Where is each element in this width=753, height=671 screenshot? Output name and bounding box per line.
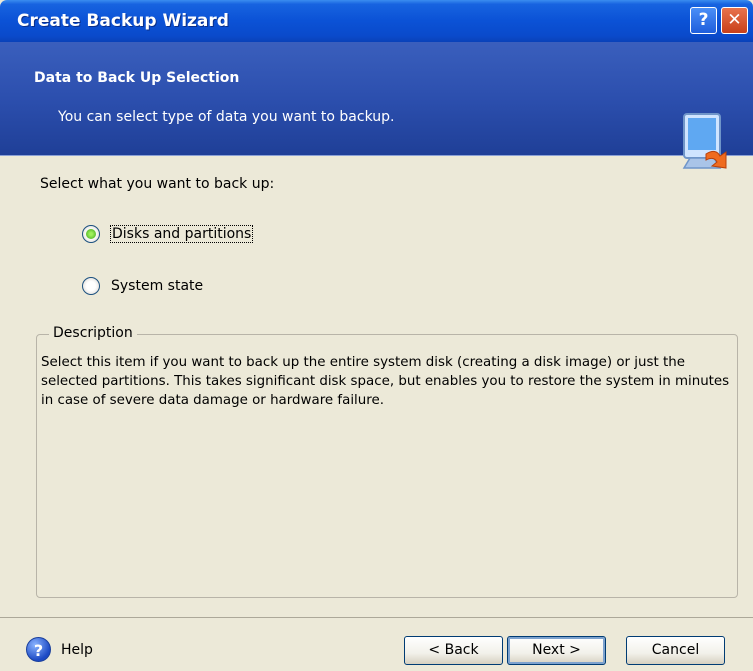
question-circle-icon[interactable]: ? [26,637,51,662]
wizard-header: Data to Back Up Selection You can select… [0,42,753,169]
window-title: Create Backup Wizard [17,11,229,31]
title-close-button[interactable]: ✕ [721,7,748,34]
selection-prompt: Select what you want to back up: [40,176,275,192]
page-title: Data to Back Up Selection [34,70,240,86]
help-label[interactable]: Help [61,642,93,658]
help-link[interactable]: ? Help [26,637,93,662]
option-disks-and-partitions[interactable]: Disks and partitions [82,222,254,246]
option-system-state[interactable]: System state [82,274,203,298]
back-button[interactable]: < Back [404,636,503,665]
footer-divider [0,617,753,618]
radio-button-checked[interactable] [82,225,100,243]
cancel-button[interactable]: Cancel [626,636,725,665]
option-label[interactable]: System state [111,278,203,294]
next-button[interactable]: Next > [507,636,606,665]
description-group: Description Select this item if you want… [36,325,738,598]
description-text: Select this item if you want to back up … [41,355,730,408]
title-help-button[interactable]: ? [690,7,717,34]
computer-monitor-arrow-icon [682,113,727,169]
wizard-window: Create Backup Wizard ? ✕ Data to Back Up… [0,0,753,671]
description-legend: Description [49,325,137,341]
radio-button[interactable] [82,277,100,295]
title-bar[interactable]: Create Backup Wizard ? ✕ [0,0,753,42]
option-label[interactable]: Disks and partitions [109,225,254,243]
page-subtitle: You can select type of data you want to … [58,109,395,125]
